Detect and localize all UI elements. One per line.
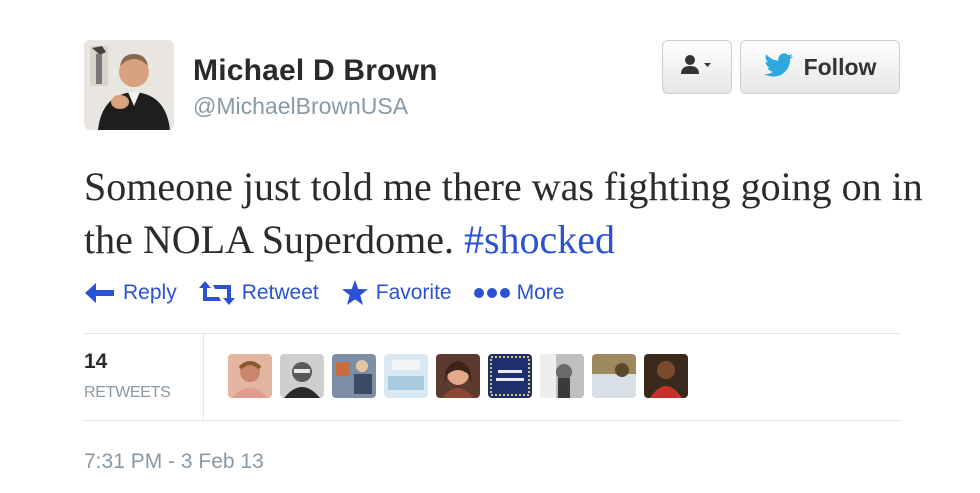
user-dropdown-icon: [680, 54, 714, 81]
hashtag-link[interactable]: #shocked: [464, 217, 615, 262]
author-avatar[interactable]: [84, 40, 174, 130]
tweet-text: Someone just told me there was fighting …: [84, 160, 944, 266]
retweeter-avatar[interactable]: [384, 354, 428, 398]
retweeter-avatar[interactable]: [488, 354, 532, 398]
retweet-label: Retweet: [241, 281, 319, 304]
divider-bottom: [84, 420, 900, 421]
follow-button[interactable]: Follow: [740, 40, 900, 94]
twitter-bird-icon: [763, 52, 794, 82]
tweet-timestamp[interactable]: 7:31 PM - 3 Feb 13: [84, 450, 264, 474]
retweet-count[interactable]: 14: [84, 350, 107, 374]
more-dots-icon: [473, 288, 510, 298]
retweeter-avatar[interactable]: [332, 354, 376, 398]
favorite-label: Favorite: [375, 281, 452, 304]
retweeter-avatar[interactable]: [228, 354, 272, 398]
follow-label: Follow: [803, 53, 877, 80]
divider-top: [84, 333, 900, 334]
more-button[interactable]: More: [473, 281, 565, 305]
more-label: More: [516, 281, 565, 304]
author-handle[interactable]: @MichaelBrownUSA: [193, 93, 408, 120]
reply-icon: [85, 283, 114, 303]
retweet-count-label[interactable]: RETWEETS: [84, 384, 171, 402]
retweeter-avatar[interactable]: [644, 354, 688, 398]
tweet-actions: Reply Retweet Favorite More: [84, 280, 586, 306]
star-icon: [341, 280, 368, 305]
retweet-icon: [198, 281, 235, 305]
retweeter-avatar[interactable]: [592, 354, 636, 398]
reply-button[interactable]: Reply: [84, 281, 177, 305]
retweeter-avatar[interactable]: [540, 354, 584, 398]
retweeter-avatars: [228, 354, 688, 398]
reply-label: Reply: [123, 281, 177, 304]
favorite-button[interactable]: Favorite: [341, 280, 452, 306]
author-name[interactable]: Michael D Brown: [193, 54, 438, 88]
stats-divider: [203, 334, 204, 420]
retweeter-avatar[interactable]: [280, 354, 324, 398]
user-actions-button[interactable]: [662, 40, 732, 94]
retweeter-avatar[interactable]: [436, 354, 480, 398]
retweet-button[interactable]: Retweet: [198, 281, 319, 305]
